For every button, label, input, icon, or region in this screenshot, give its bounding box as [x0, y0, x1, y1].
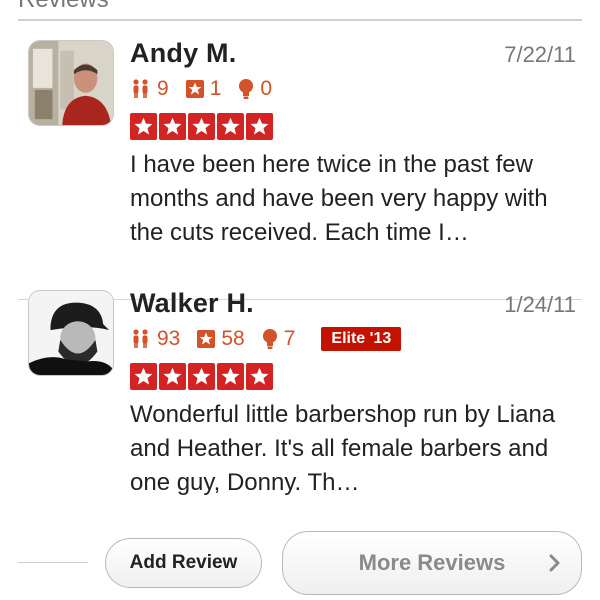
user-photo: [29, 291, 113, 375]
review-date: 1/24/11: [504, 292, 576, 317]
more-reviews-label: More Reviews: [358, 550, 506, 575]
avatar[interactable]: [28, 290, 114, 376]
avatar[interactable]: [28, 40, 114, 126]
star-icon: [188, 363, 215, 390]
section-divider: [18, 19, 582, 21]
star-rating: [130, 363, 273, 390]
star-icon: [159, 113, 186, 140]
reviewer-name[interactable]: Andy M.: [130, 38, 236, 69]
star-icon: [159, 363, 186, 390]
friends-stat: 93: [130, 327, 180, 351]
reviews-count: 1: [209, 77, 222, 100]
reviewer-stats: 93 58 7 Elite '13: [130, 324, 402, 354]
friends-count: 93: [157, 327, 181, 350]
star-rating: [130, 113, 273, 140]
footer-divider: [18, 562, 88, 563]
friends-count: 9: [157, 77, 169, 100]
reviews-stat: 1: [185, 77, 222, 101]
star-icon: [130, 113, 157, 140]
review-date: 7/22/11: [504, 42, 576, 67]
star-icon: [188, 113, 215, 140]
star-box-icon: [197, 330, 216, 348]
star-icon: [217, 113, 244, 140]
star-box-icon: [185, 80, 204, 98]
add-review-button[interactable]: Add Review: [105, 538, 262, 588]
star-icon: [130, 363, 157, 390]
review-excerpt[interactable]: I have been here twice in the past few m…: [130, 148, 580, 250]
star-icon: [217, 363, 244, 390]
star-icon: [246, 113, 273, 140]
section-header: Reviews: [18, 0, 109, 14]
photos-stat: 7: [261, 327, 296, 351]
more-reviews-button[interactable]: More Reviews: [282, 531, 582, 595]
friends-icon: [133, 329, 148, 348]
review-item[interactable]: Andy M. 7/22/11 9 1 0 I have been here t…: [0, 30, 600, 300]
reviewer-stats: 9 1 0: [130, 74, 288, 104]
photos-count: 0: [260, 77, 273, 100]
photos-count: 7: [283, 327, 296, 350]
chevron-right-icon: [549, 554, 560, 572]
reviews-stat: 58: [196, 327, 245, 351]
elite-badge: Elite '13: [321, 327, 402, 351]
review-item[interactable]: Walker H. 1/24/11 93 58 7 Elite '13 Wond…: [0, 280, 600, 520]
user-photo: [29, 41, 113, 125]
photos-stat: 0: [237, 77, 272, 101]
reviews-count: 58: [221, 327, 245, 350]
reviewer-name[interactable]: Walker H.: [130, 288, 254, 319]
lightbulb-icon: [239, 79, 254, 99]
review-excerpt[interactable]: Wonderful little barbershop run by Liana…: [130, 398, 580, 500]
friends-icon: [133, 79, 148, 98]
friends-stat: 9: [130, 77, 169, 101]
star-icon: [246, 363, 273, 390]
lightbulb-icon: [262, 329, 277, 349]
